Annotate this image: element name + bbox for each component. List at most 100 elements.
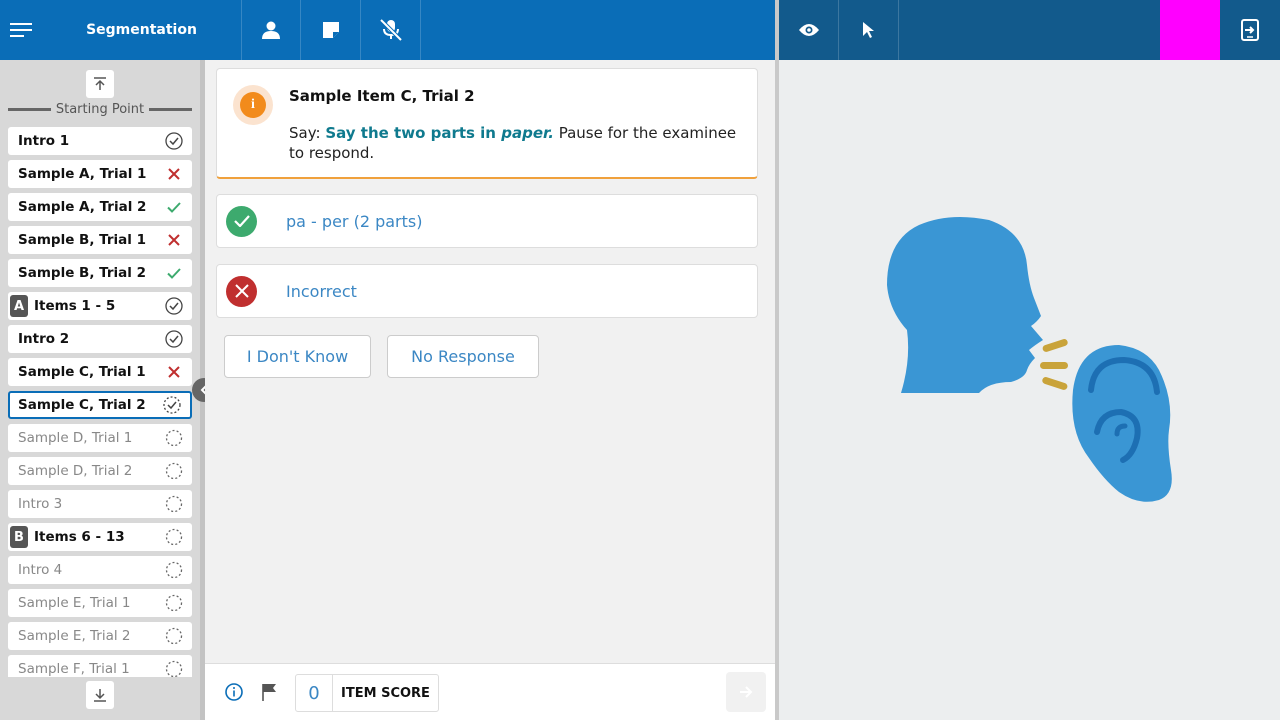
sidebar-item[interactable]: Intro 3 bbox=[8, 490, 192, 518]
accent-block bbox=[1160, 0, 1220, 60]
marker-line bbox=[149, 108, 192, 111]
pending-circle-icon bbox=[164, 527, 184, 547]
examinee-button[interactable] bbox=[242, 0, 301, 60]
say-text: Say the two parts in bbox=[325, 124, 502, 142]
sidebar-item-label: Intro 4 bbox=[18, 562, 63, 578]
sidebar-item[interactable]: Intro 1 bbox=[8, 127, 192, 155]
instruction-text: Say: Say the two parts in paper. Pause f… bbox=[289, 123, 749, 163]
sidebar-item-label: Sample A, Trial 1 bbox=[18, 166, 147, 182]
section-badge: B bbox=[10, 526, 28, 548]
sidebar-item[interactable]: Intro 4 bbox=[8, 556, 192, 584]
sidebar-item-label: Intro 2 bbox=[18, 331, 70, 347]
arrow-right-icon bbox=[740, 686, 753, 698]
item-score-label: ITEM SCORE bbox=[341, 685, 430, 701]
checkmark-icon bbox=[164, 197, 184, 217]
flag-icon bbox=[262, 684, 276, 701]
check-icon bbox=[226, 205, 257, 237]
pending-circle-icon bbox=[164, 428, 184, 448]
x-mark-icon bbox=[164, 362, 184, 382]
menu-button[interactable] bbox=[0, 0, 42, 60]
pending-circle-icon bbox=[164, 626, 184, 646]
sidebar-item[interactable]: B Items 6 - 13 bbox=[8, 523, 192, 551]
sidebar-item-label: Sample C, Trial 2 bbox=[18, 397, 146, 413]
sidebar-item[interactable]: Sample C, Trial 2 bbox=[8, 391, 192, 419]
exit-screen-button[interactable] bbox=[1220, 0, 1280, 60]
sidebar-item-label: Sample B, Trial 2 bbox=[18, 265, 147, 281]
pending-circle-icon bbox=[164, 461, 184, 481]
say-word: paper. bbox=[501, 124, 554, 142]
note-icon bbox=[322, 22, 339, 38]
sidebar-item-label: Items 6 - 13 bbox=[34, 529, 125, 545]
next-item-button[interactable] bbox=[726, 672, 766, 712]
mute-mic-button[interactable] bbox=[361, 0, 421, 60]
mic-off-icon bbox=[379, 19, 402, 41]
pending-circle-icon bbox=[164, 494, 184, 514]
sidebar-item[interactable]: Sample D, Trial 1 bbox=[8, 424, 192, 452]
sidebar-item[interactable]: Sample E, Trial 1 bbox=[8, 589, 192, 617]
eye-icon bbox=[798, 24, 819, 36]
check-circle-icon bbox=[164, 329, 184, 349]
sidebar-item[interactable]: Sample D, Trial 2 bbox=[8, 457, 192, 485]
section-badge: A bbox=[10, 295, 28, 317]
say-prefix: Say: bbox=[289, 124, 326, 142]
pending-circle-icon bbox=[164, 560, 184, 580]
sidebar-item-label: Sample F, Trial 1 bbox=[18, 661, 130, 677]
item-footer: 0 ITEM SCORE bbox=[205, 663, 775, 720]
pointer-icon bbox=[862, 22, 874, 38]
flag-button[interactable] bbox=[259, 682, 279, 702]
check-circle-icon bbox=[164, 296, 184, 316]
sidebar-item-label: Intro 3 bbox=[18, 496, 63, 512]
pointer-button[interactable] bbox=[839, 0, 899, 60]
easel-toolbar bbox=[779, 0, 1280, 60]
correct-response-option[interactable]: pa - per (2 parts) bbox=[216, 194, 758, 248]
no-response-button[interactable]: No Response bbox=[387, 335, 539, 378]
item-list: Intro 1 Sample A, Trial 1 Sample A, Trial … bbox=[8, 127, 192, 677]
dont-know-button[interactable]: I Don't Know bbox=[224, 335, 371, 378]
person-icon bbox=[262, 21, 280, 39]
notes-button[interactable] bbox=[301, 0, 361, 60]
sidebar-item[interactable]: Sample F, Trial 1 bbox=[8, 655, 192, 677]
sidebar-item[interactable]: Sample C, Trial 1 bbox=[8, 358, 192, 386]
sidebar-item-label: Sample E, Trial 1 bbox=[18, 595, 131, 611]
starting-point-marker: Starting Point bbox=[8, 102, 192, 117]
in-progress-icon bbox=[162, 395, 182, 415]
sidebar-item[interactable]: Sample A, Trial 1 bbox=[8, 160, 192, 188]
scroll-bottom-button[interactable] bbox=[86, 681, 114, 709]
stimulus-easel bbox=[779, 60, 1280, 720]
sidebar-item-label: Intro 1 bbox=[18, 133, 70, 149]
top-toolbar: Segmentation bbox=[0, 0, 775, 60]
pending-circle-icon bbox=[164, 659, 184, 677]
x-mark-icon bbox=[164, 230, 184, 250]
sidebar-item[interactable]: Sample B, Trial 2 bbox=[8, 259, 192, 287]
arrow-to-top-icon bbox=[94, 77, 106, 90]
item-score: 0 ITEM SCORE bbox=[295, 674, 439, 712]
sidebar-item[interactable]: Sample E, Trial 2 bbox=[8, 622, 192, 650]
scroll-top-button[interactable] bbox=[86, 70, 114, 98]
incorrect-response-option[interactable]: Incorrect bbox=[216, 264, 758, 318]
page-title: Segmentation bbox=[42, 0, 242, 60]
view-button[interactable] bbox=[779, 0, 839, 60]
item-content: i Sample Item C, Trial 2 Say: Say the tw… bbox=[205, 60, 775, 663]
item-title: Sample Item C, Trial 2 bbox=[289, 87, 475, 105]
item-info-button[interactable] bbox=[224, 682, 244, 702]
marker-line bbox=[8, 108, 51, 111]
sidebar-item-label: Items 1 - 5 bbox=[34, 298, 116, 314]
sidebar-item[interactable]: Sample A, Trial 2 bbox=[8, 193, 192, 221]
check-circle-icon bbox=[164, 131, 184, 151]
sidebar-item-label: Sample A, Trial 2 bbox=[18, 199, 147, 215]
checkmark-icon bbox=[164, 263, 184, 283]
exit-screen-icon bbox=[1241, 19, 1259, 41]
sidebar-item[interactable]: Intro 2 bbox=[8, 325, 192, 353]
sidebar-item[interactable]: Sample B, Trial 1 bbox=[8, 226, 192, 254]
sidebar-item-label: Sample B, Trial 1 bbox=[18, 232, 147, 248]
sidebar-item[interactable]: A Items 1 - 5 bbox=[8, 292, 192, 320]
info-outline-icon bbox=[225, 683, 243, 701]
info-icon: i bbox=[240, 92, 266, 118]
incorrect-response-label: Incorrect bbox=[286, 281, 357, 301]
x-icon bbox=[226, 275, 257, 307]
sidebar-item-label: Sample D, Trial 2 bbox=[18, 463, 133, 479]
pending-circle-icon bbox=[164, 593, 184, 613]
hamburger-menu-icon bbox=[10, 23, 32, 37]
sidebar-item-label: Sample D, Trial 1 bbox=[18, 430, 133, 446]
sidebar-item-label: Sample C, Trial 1 bbox=[18, 364, 146, 380]
